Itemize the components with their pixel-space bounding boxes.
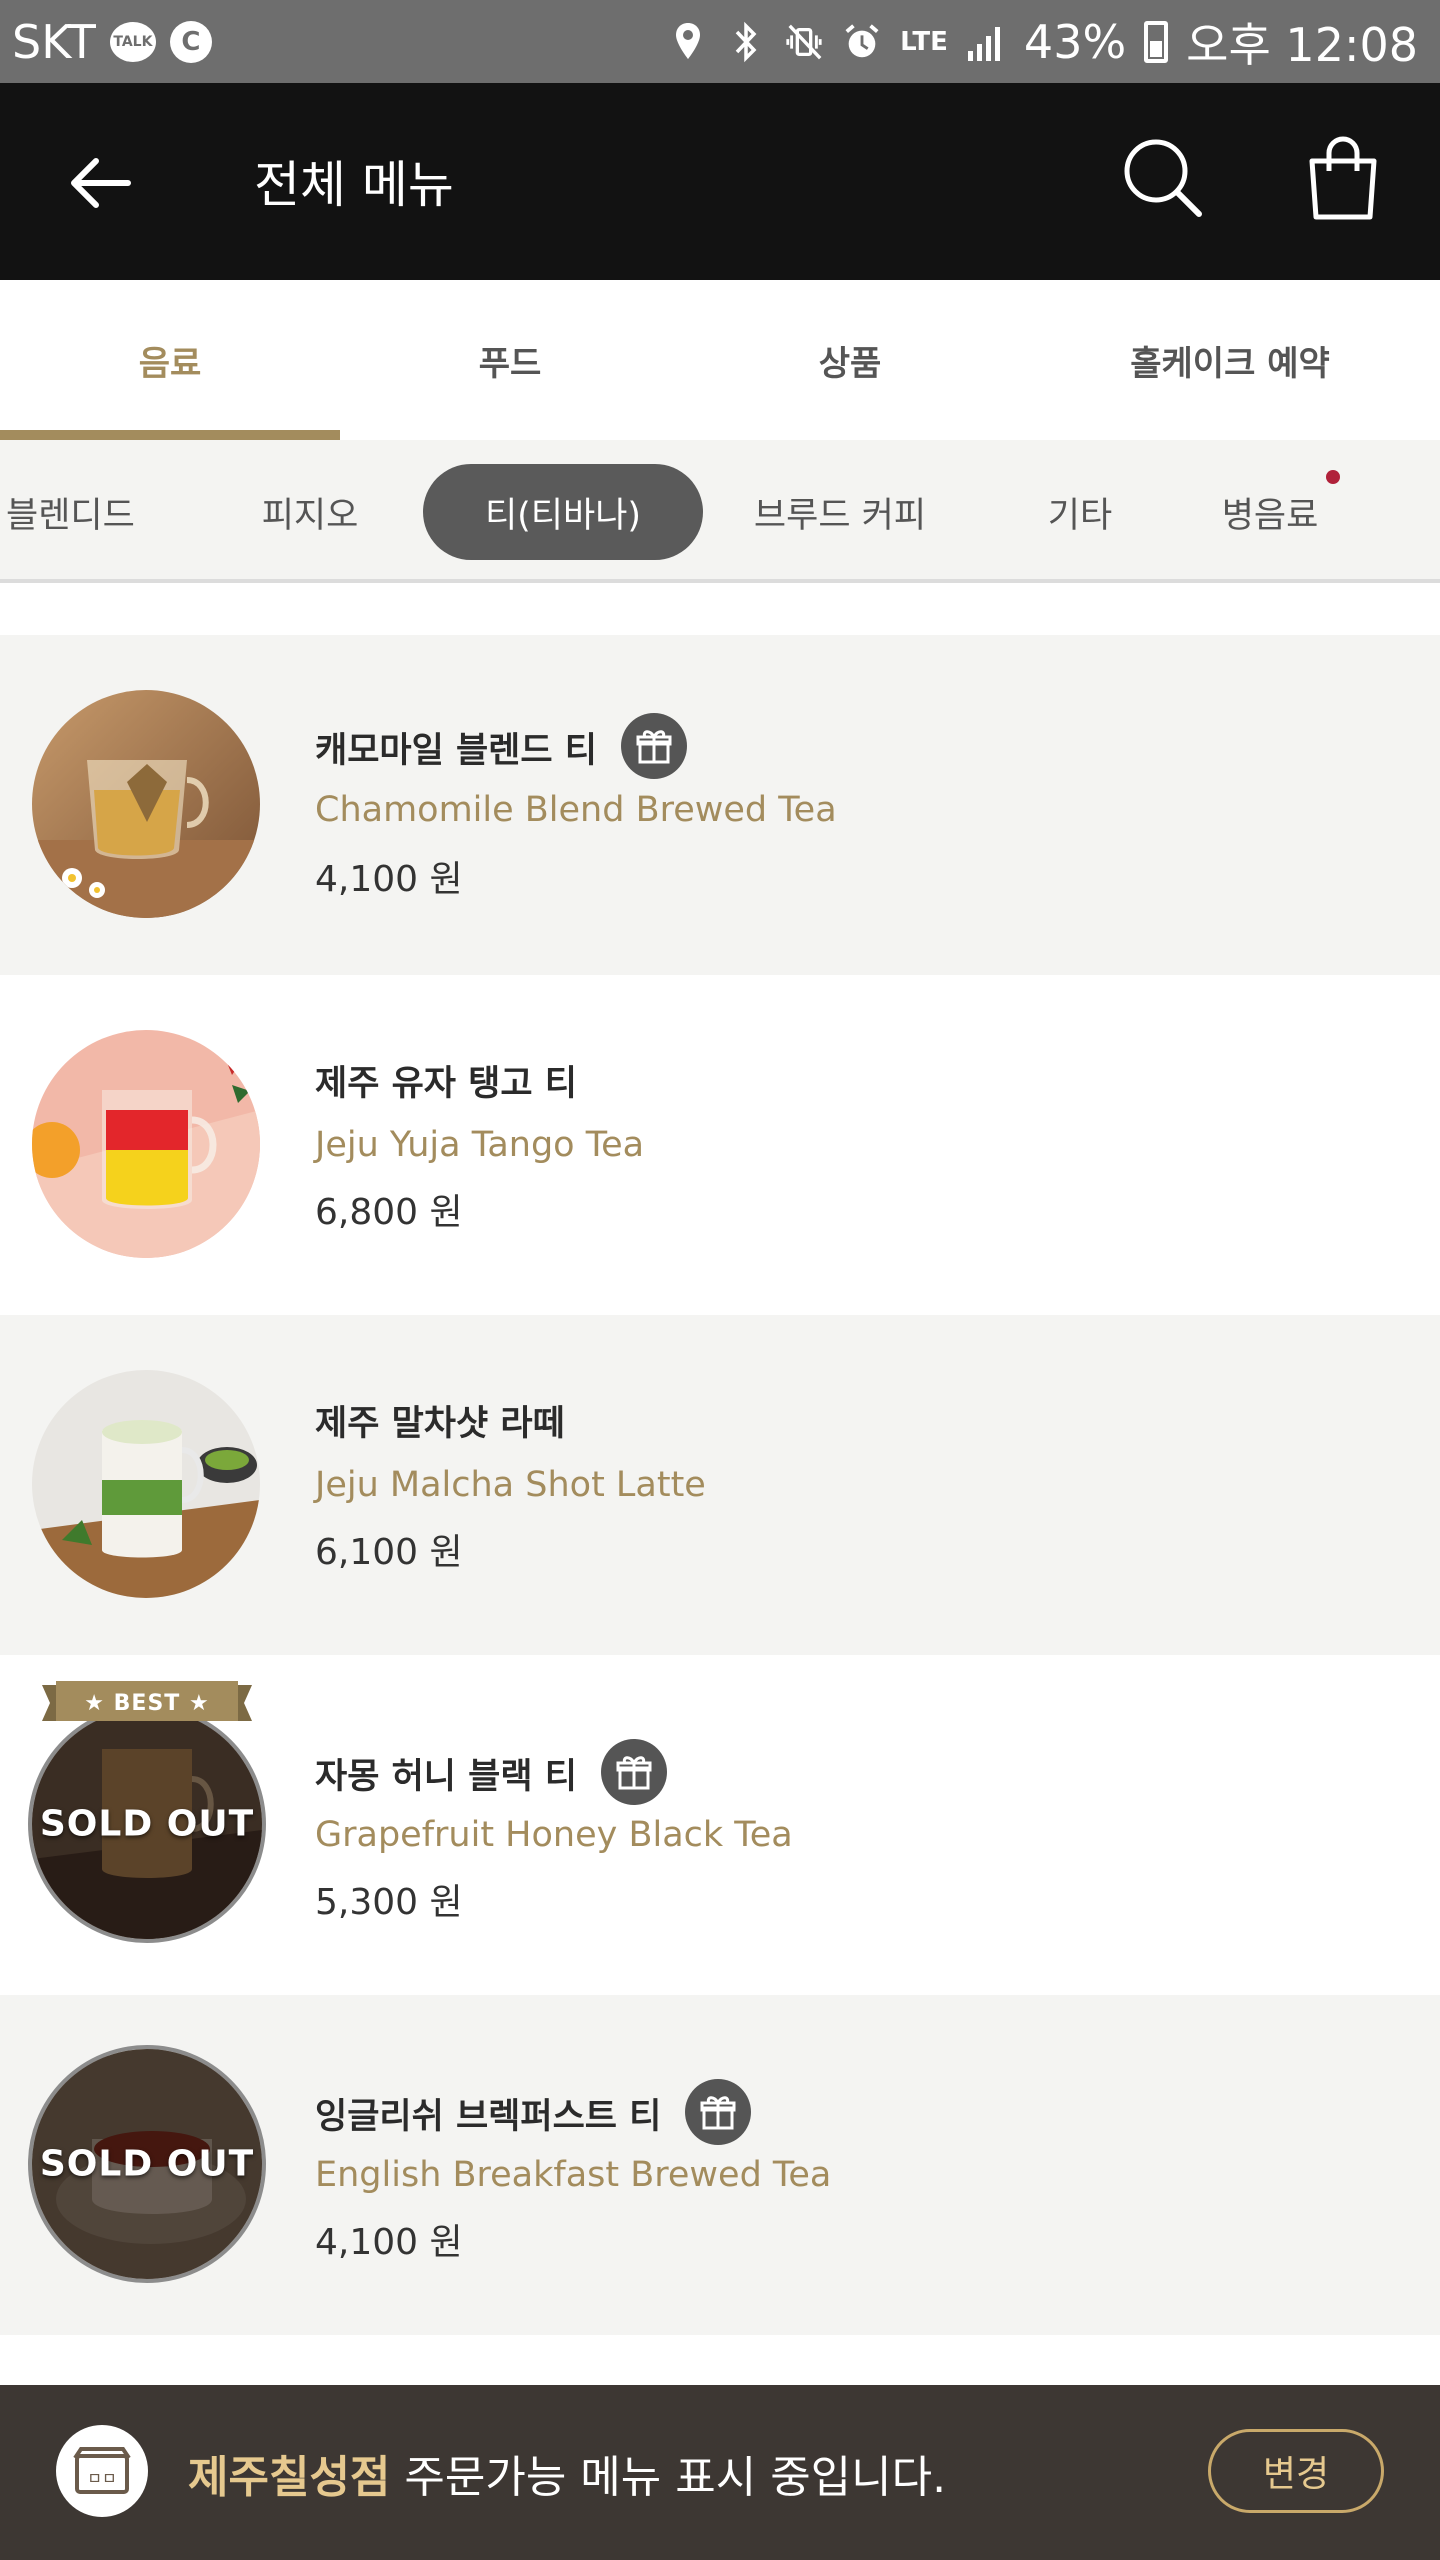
store-info-bar: ㅁㅁ 제주칠성점 주문가능 메뉴 표시 중입니다. 변경 [0, 2385, 1440, 2560]
tab-food[interactable]: 푸드 [340, 280, 680, 440]
svg-text:ㅁㅁ: ㅁㅁ [87, 2469, 116, 2488]
product-price: 4,100 원 [315, 2222, 463, 2263]
signal-icon [966, 20, 1006, 64]
product-name-en: Chamomile Blend Brewed Tea [315, 790, 837, 830]
product-image [32, 690, 260, 918]
product-name-ko: 캐모마일 블렌드 티 [315, 713, 687, 779]
vibrate-mute-icon [784, 20, 824, 64]
tab-goods[interactable]: 상품 [680, 280, 1020, 440]
c-app-icon: C [169, 20, 212, 63]
battery-icon [1144, 20, 1169, 63]
product-price: 6,100 원 [315, 1532, 463, 1573]
product-name-ko: 제주 유자 탱고 티 [315, 1064, 577, 1104]
main-category-tabs: 음료 푸드 상품 홀케이크 예약 [0, 280, 1440, 440]
product-name-ko: 제주 말차샷 라떼 [315, 1404, 565, 1444]
store-icon: ㅁㅁ [56, 2425, 148, 2517]
back-button[interactable] [60, 143, 140, 223]
store-name: 제주칠성점 [188, 2452, 391, 2503]
shopping-bag-icon [1309, 136, 1377, 220]
subtab-fizzio[interactable]: 피지오 [230, 464, 390, 560]
store-availability-text: 주문가능 메뉴 표시 중입니다. [390, 2452, 947, 2503]
menu-item-jeju-malcha-shot-latte[interactable]: 제주 말차샷 라떼 Jeju Malcha Shot Latte 6,100 원 [0, 1315, 1440, 1655]
gift-icon[interactable] [600, 1739, 667, 1805]
product-name-ko: 자몽 허니 블랙 티 [315, 1739, 667, 1805]
sold-out-overlay: SOLD OUT [39, 1803, 255, 1845]
search-button[interactable] [1118, 133, 1208, 223]
product-image [32, 1030, 260, 1258]
product-price: 4,100 원 [315, 859, 463, 900]
carrier-label: SKT [12, 14, 96, 69]
search-icon [1124, 139, 1202, 217]
page-title: 전체 메뉴 [254, 156, 454, 214]
product-image: SOLD OUT [28, 2045, 266, 2283]
alarm-icon [842, 20, 882, 64]
menu-item-english-breakfast[interactable]: SOLD OUT 잉글리쉬 브렉퍼스트 티 English Breakfast … [0, 1995, 1440, 2335]
app-header: 전체 메뉴 [0, 83, 1440, 280]
change-store-button[interactable]: 변경 [1208, 2429, 1384, 2513]
menu-item-chamomile[interactable]: 캐모마일 블렌드 티 Chamomile Blend Brewed Tea 4,… [0, 635, 1440, 975]
product-name-ko: 잉글리쉬 브렉퍼스트 티 [315, 2079, 752, 2145]
product-name-en: Jeju Yuja Tango Tea [315, 1125, 645, 1165]
menu-list: 캐모마일 블렌드 티 Chamomile Blend Brewed Tea 4,… [0, 635, 1440, 2335]
subtab-tea-teavana[interactable]: 티(티바나) [423, 464, 703, 560]
bluetooth-icon [726, 20, 766, 64]
store-message: 제주칠성점 주문가능 메뉴 표시 중입니다. [188, 2441, 946, 2505]
product-name-en: Jeju Malcha Shot Latte [315, 1465, 706, 1505]
gift-icon[interactable] [620, 713, 687, 779]
beverage-subcategory-tabs: 블렌디드 피지오 티(티바나) 브루드 커피 기타 병음료 [0, 440, 1440, 583]
status-bar: SKT TALK C LTE 43% 오후 12:08 [0, 0, 1440, 83]
gift-icon[interactable] [685, 2079, 752, 2145]
lte-indicator: LTE [900, 26, 948, 57]
product-name-en: Grapefruit Honey Black Tea [315, 1815, 793, 1855]
product-name-en: English Breakfast Brewed Tea [315, 2155, 832, 2195]
menu-item-jeju-yuja-tango[interactable]: 제주 유자 탱고 티 Jeju Yuja Tango Tea 6,800 원 [0, 975, 1440, 1315]
product-price: 6,800 원 [315, 1192, 463, 1233]
menu-item-grapefruit-honey-black-tea[interactable]: ★ BEST ★ SOLD OUT 자몽 허니 블랙 티 Grapefruit … [0, 1655, 1440, 1995]
back-arrow-icon [71, 158, 131, 208]
product-price: 5,300 원 [315, 1882, 463, 1923]
best-label: ★ BEST ★ [84, 1690, 210, 1716]
battery-percent: 43% [1023, 14, 1127, 69]
cart-button[interactable] [1298, 133, 1388, 223]
subtab-etc[interactable]: 기타 [1000, 464, 1160, 560]
best-ribbon: ★ BEST ★ [42, 1681, 252, 1725]
subtab-blended[interactable]: 블렌디드 [6, 464, 156, 560]
tab-whole-cake-reservation[interactable]: 홀케이크 예약 [1020, 280, 1440, 440]
tab-beverage[interactable]: 음료 [0, 280, 340, 440]
product-image: SOLD OUT [28, 1705, 266, 1943]
new-indicator-dot [1326, 470, 1340, 484]
subtab-brewed-coffee[interactable]: 브루드 커피 [730, 464, 950, 560]
kakaotalk-icon: TALK [109, 21, 156, 62]
product-image [32, 1370, 260, 1598]
location-icon [668, 20, 708, 64]
clock: 오후 12:08 [1186, 17, 1418, 72]
sold-out-overlay: SOLD OUT [39, 2143, 255, 2185]
